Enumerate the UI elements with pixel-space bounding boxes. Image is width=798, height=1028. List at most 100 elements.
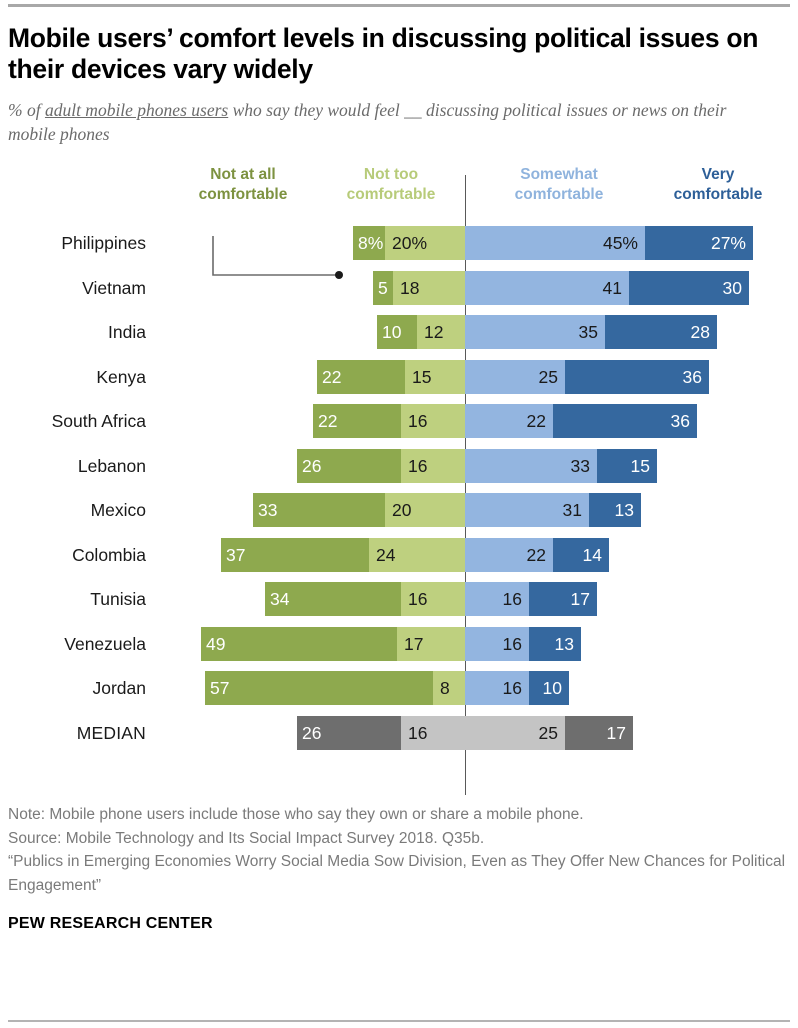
bar-value-label: 22 [526,411,546,432]
bar-value-label: 33 [258,500,278,521]
bar-value-label: 15 [630,455,650,476]
bar-value-label: 26 [302,722,322,743]
bar-row: Colombia 37 24 22 14 [8,535,790,580]
bar-value-label: 17 [570,589,590,610]
bar-segment: 33 [253,493,385,528]
bar-value-label: 13 [614,500,634,521]
bar-row: Mexico 33 20 31 13 [8,490,790,535]
bar-segment: 13 [529,626,581,661]
bar-segment: 16 [401,404,465,439]
bar-value-label: 33 [570,455,590,476]
chart-footnotes: Note: Mobile phone users include those w… [8,803,790,897]
legend-label-line1: Somewhat [520,166,598,184]
bar-segment: 35 [465,315,605,350]
bar-segment: 26 [297,448,401,483]
row-label-south-africa: South Africa [51,411,146,432]
bar-segment: 8% [353,226,385,261]
bar-value-label: 25 [538,366,558,387]
bar-value-label: 45% [602,233,638,254]
bar-segment: 16 [465,582,529,617]
bar-segment: 26 [297,715,401,750]
bar-row: Tunisia 34 16 16 17 [8,579,790,624]
footnote-report-title: “Publics in Emerging Economies Worry Soc… [8,853,786,894]
bar-segment: 20% [385,226,465,261]
bar-segment: 22 [465,404,553,439]
bar-row: South Africa 22 16 22 36 [8,401,790,446]
bar-segment: 10 [377,315,417,350]
legend-label-line1: Very [701,166,735,184]
bar-segment: 16 [465,626,529,661]
bar-value-label: 20 [392,500,412,521]
bar-value-label: 16 [502,589,522,610]
chart-legend: Not at all comfortable Not too comfortab… [8,165,790,217]
row-label-jordan: Jordan [92,678,146,699]
subtitle-prefix: % of [8,99,45,120]
row-label-lebanon: Lebanon [77,455,146,476]
bar-segment: 49 [201,626,397,661]
bar-value-label: 37 [226,544,246,565]
bar-value-label: 17 [404,633,424,654]
bar-row: Kenya 22 15 25 36 [8,357,790,402]
bar-segment: 10 [529,671,569,706]
bar-segment: 13 [589,493,641,528]
bar-segment: 22 [465,537,553,572]
bar-row: Vietnam 5 18 41 30 [8,268,790,313]
bar-value-label: 31 [562,500,582,521]
bar-value-label: 16 [502,633,522,654]
bar-segment: 17 [397,626,465,661]
bar-value-label: 5 [378,277,388,298]
bar-row: Lebanon 26 16 33 15 [8,446,790,491]
bar-segment: 20 [385,493,465,528]
bar-value-label: 22 [322,366,342,387]
bar-segment: 24 [369,537,465,572]
row-label-philippines: Philippines [61,233,146,254]
row-label-venezuela: Venezuela [64,633,146,654]
bar-value-label: 34 [270,589,290,610]
row-label-kenya: Kenya [96,366,146,387]
bar-segment: 17 [565,715,633,750]
footnote-source: Source: Mobile Technology and Its Social… [8,829,485,847]
bar-segment: 18 [393,270,465,305]
bar-value-label: 8 [440,678,450,699]
chart-title: Mobile users’ comfort levels in discussi… [8,23,759,85]
bar-value-label: 41 [602,277,622,298]
bar-value-label: 35 [578,322,598,343]
legend-item-very-comfortable: Very comfortable [648,165,788,205]
bar-value-label: 16 [502,678,522,699]
legend-label-line2: comfortable [198,186,288,204]
bar-segment: 16 [465,671,529,706]
bar-segment: 30 [629,270,749,305]
bar-value-label: 49 [206,633,226,654]
bar-row: MEDIAN 26 16 25 17 [8,713,790,758]
bar-value-label: 14 [582,544,602,565]
bar-value-label: 16 [408,411,428,432]
bar-segment: 45% [465,226,645,261]
bar-segment: 57 [205,671,433,706]
bar-value-label: 22 [526,544,546,565]
bar-value-label: 36 [670,411,690,432]
bar-segment: 12 [417,315,465,350]
bar-segment: 36 [553,404,697,439]
bar-segment: 34 [265,582,401,617]
plot-area: Philippines 8% 20% 45% 27% Vietnam 5 18 41 30 Indi… [8,175,790,796]
bar-row: India 10 12 35 28 [8,312,790,357]
bar-value-label: 13 [554,633,574,654]
bar-row: Venezuela 49 17 16 13 [8,624,790,669]
bar-value-label: 26 [302,455,322,476]
bar-segment: 25 [465,715,565,750]
bar-segment: 8 [433,671,465,706]
bar-segment: 36 [565,359,709,394]
bar-segment: 17 [529,582,597,617]
bar-value-label: 27% [710,233,746,254]
row-label-mexico: Mexico [90,500,146,521]
subtitle-underlined-term: adult mobile phones users [44,99,229,120]
legend-item-not-at-all-comfortable: Not at all comfortable [168,165,318,205]
row-label-median: MEDIAN [76,722,146,743]
row-label-colombia: Colombia [72,544,146,565]
bar-segment: 25 [465,359,565,394]
bar-segment: 28 [605,315,717,350]
bar-value-label: 16 [408,722,428,743]
bar-segment: 37 [221,537,369,572]
bar-segment: 31 [465,493,589,528]
bar-value-label: 12 [424,322,444,343]
